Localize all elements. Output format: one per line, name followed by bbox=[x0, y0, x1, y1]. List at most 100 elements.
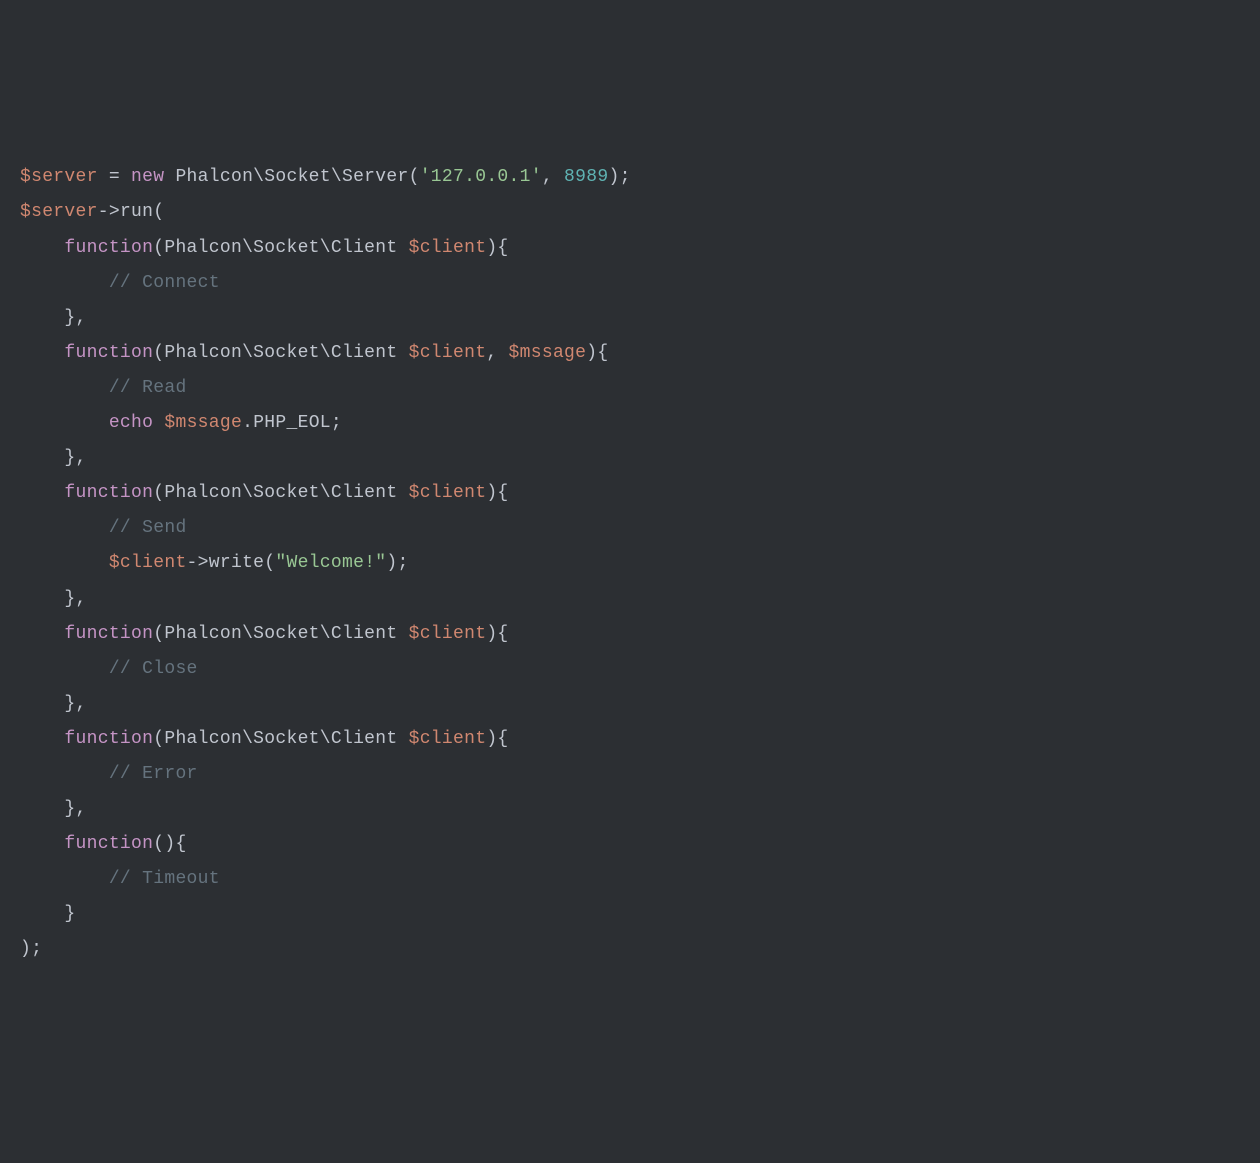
comment: // Read bbox=[109, 378, 187, 398]
variable: $client bbox=[409, 483, 487, 503]
indent bbox=[20, 799, 64, 819]
indent bbox=[20, 834, 64, 854]
comma: , bbox=[542, 167, 564, 187]
brace-close: } bbox=[64, 904, 75, 924]
code-line-17: function(Phalcon\Socket\Client $client){ bbox=[20, 722, 1240, 757]
code-line-22: } bbox=[20, 897, 1240, 932]
code-line-5: }, bbox=[20, 301, 1240, 336]
variable: $client bbox=[409, 729, 487, 749]
paren-open: ( bbox=[153, 202, 164, 222]
comment: // Close bbox=[109, 659, 198, 679]
paren-open: ( bbox=[264, 553, 275, 573]
semicolon: ; bbox=[331, 413, 342, 433]
keyword-function: function bbox=[64, 624, 153, 644]
args: (Phalcon\Socket\Client bbox=[153, 238, 408, 258]
keyword-function: function bbox=[64, 238, 153, 258]
indent bbox=[20, 483, 64, 503]
code-line-15: // Close bbox=[20, 652, 1240, 687]
brace: ){ bbox=[486, 238, 508, 258]
code-line-1: $server = new Phalcon\Socket\Server('127… bbox=[20, 160, 1240, 195]
variable: $client bbox=[409, 624, 487, 644]
code-block: $server = new Phalcon\Socket\Server('127… bbox=[20, 160, 1240, 967]
paren-close: ); bbox=[608, 167, 630, 187]
args: (){ bbox=[153, 834, 186, 854]
code-line-7: // Read bbox=[20, 371, 1240, 406]
variable: $server bbox=[20, 202, 98, 222]
code-line-19: }, bbox=[20, 792, 1240, 827]
keyword-function: function bbox=[64, 729, 153, 749]
indent bbox=[20, 343, 64, 363]
space bbox=[164, 167, 175, 187]
comment: // Error bbox=[109, 764, 198, 784]
comment: // Timeout bbox=[109, 869, 220, 889]
indent bbox=[20, 904, 64, 924]
brace-close: }, bbox=[64, 448, 86, 468]
brace-close: }, bbox=[64, 694, 86, 714]
args: (Phalcon\Socket\Client bbox=[153, 729, 408, 749]
comment: // Connect bbox=[109, 273, 220, 293]
keyword-function: function bbox=[64, 834, 153, 854]
args: (Phalcon\Socket\Client bbox=[153, 483, 408, 503]
code-line-4: // Connect bbox=[20, 266, 1240, 301]
code-line-8: echo $mssage.PHP_EOL; bbox=[20, 406, 1240, 441]
number-literal: 8989 bbox=[564, 167, 608, 187]
brace: ){ bbox=[486, 624, 508, 644]
code-line-14: function(Phalcon\Socket\Client $client){ bbox=[20, 617, 1240, 652]
indent bbox=[20, 518, 109, 538]
brace: ){ bbox=[486, 729, 508, 749]
indent bbox=[20, 694, 64, 714]
indent bbox=[20, 378, 109, 398]
string-literal: "Welcome!" bbox=[275, 553, 386, 573]
paren-close: ); bbox=[386, 553, 408, 573]
code-line-16: }, bbox=[20, 687, 1240, 722]
brace: ){ bbox=[586, 343, 608, 363]
code-line-6: function(Phalcon\Socket\Client $client, … bbox=[20, 336, 1240, 371]
code-line-18: // Error bbox=[20, 757, 1240, 792]
indent bbox=[20, 869, 109, 889]
variable: $server bbox=[20, 167, 98, 187]
variable: $mssage bbox=[164, 413, 242, 433]
indent bbox=[20, 589, 64, 609]
indent bbox=[20, 624, 64, 644]
code-line-10: function(Phalcon\Socket\Client $client){ bbox=[20, 476, 1240, 511]
keyword-new: new bbox=[131, 167, 164, 187]
code-line-20: function(){ bbox=[20, 827, 1240, 862]
indent bbox=[20, 238, 64, 258]
space bbox=[153, 413, 164, 433]
variable: $client bbox=[409, 238, 487, 258]
args: (Phalcon\Socket\Client bbox=[153, 343, 408, 363]
code-line-3: function(Phalcon\Socket\Client $client){ bbox=[20, 231, 1240, 266]
class-name: Phalcon\Socket\Server bbox=[175, 167, 408, 187]
dot-operator: . bbox=[242, 413, 253, 433]
arrow-operator: -> bbox=[98, 202, 120, 222]
operator: = bbox=[98, 167, 131, 187]
code-line-23: ); bbox=[20, 932, 1240, 967]
code-line-11: // Send bbox=[20, 511, 1240, 546]
code-line-9: }, bbox=[20, 441, 1240, 476]
args: (Phalcon\Socket\Client bbox=[153, 624, 408, 644]
indent bbox=[20, 273, 109, 293]
arrow-operator: -> bbox=[187, 553, 209, 573]
keyword-function: function bbox=[64, 483, 153, 503]
code-line-12: $client->write("Welcome!"); bbox=[20, 546, 1240, 581]
indent bbox=[20, 448, 64, 468]
indent bbox=[20, 659, 109, 679]
variable: $client bbox=[409, 343, 487, 363]
brace-close: }, bbox=[64, 799, 86, 819]
indent bbox=[20, 764, 109, 784]
string-literal: '127.0.0.1' bbox=[420, 167, 542, 187]
indent bbox=[20, 553, 109, 573]
method-name: run bbox=[120, 202, 153, 222]
brace: ){ bbox=[486, 483, 508, 503]
comment: // Send bbox=[109, 518, 187, 538]
paren-close: ); bbox=[20, 939, 42, 959]
code-line-2: $server->run( bbox=[20, 195, 1240, 230]
variable: $mssage bbox=[509, 343, 587, 363]
code-line-13: }, bbox=[20, 582, 1240, 617]
indent bbox=[20, 308, 64, 328]
paren-open: ( bbox=[409, 167, 420, 187]
indent bbox=[20, 729, 64, 749]
brace-close: }, bbox=[64, 308, 86, 328]
keyword-echo: echo bbox=[109, 413, 153, 433]
method-name: write bbox=[209, 553, 265, 573]
